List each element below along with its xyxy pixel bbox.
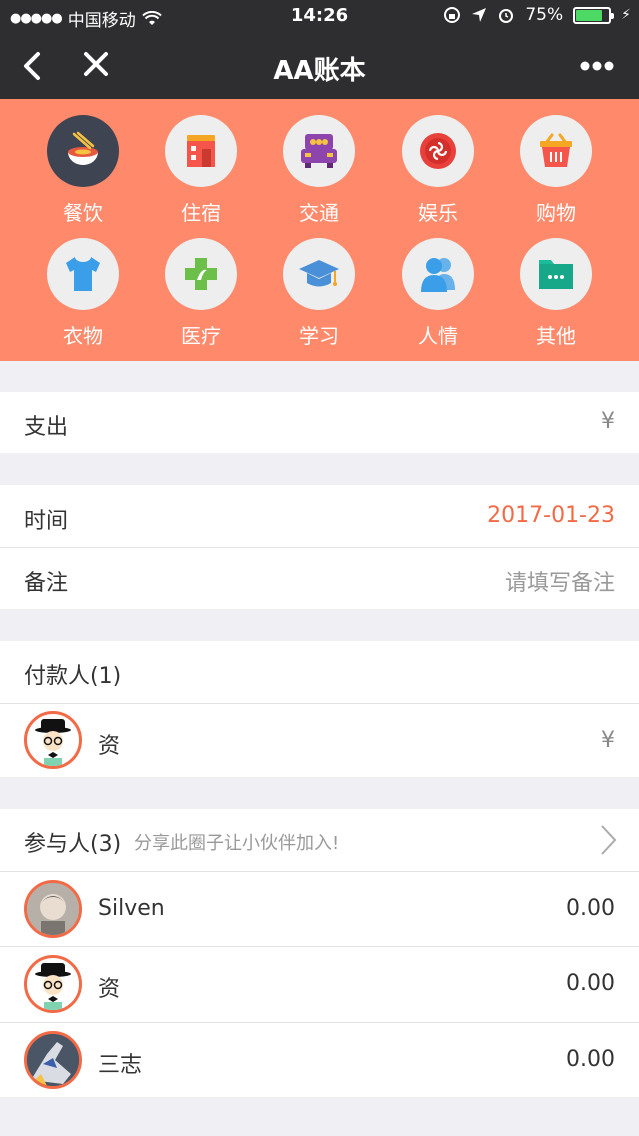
folder-icon [539, 260, 573, 289]
cartoon-gentleman-avatar [35, 963, 71, 1010]
shopping-basket-icon [540, 133, 572, 167]
photo-avatar [27, 883, 79, 935]
note-label: 备注 [24, 571, 69, 596]
alarm-icon [499, 9, 514, 23]
page-title: AA账本 [273, 56, 366, 86]
navigation-bar: AA账本 [0, 32, 639, 99]
note-field[interactable]: 请填写备注 [505, 565, 615, 597]
time-label: 时间 [24, 509, 69, 534]
participants-header-label: 参与人(3) [24, 832, 122, 857]
category-medical[interactable]: 医疗 [141, 238, 261, 358]
status-bar: ●●●●● 中国移动 14:26 75% ⚡ [0, 0, 639, 32]
participants-header[interactable]: 参与人(3) 分享此圈子让小伙伴加入! [0, 809, 639, 871]
mecha-avatar [27, 1034, 79, 1086]
category-clothing[interactable]: 衣物 [23, 238, 143, 358]
top-bar: ●●●●● 中国移动 14:26 75% ⚡ AA账本 [0, 0, 639, 99]
category-label: 住宿 [181, 201, 221, 225]
expense-currency: ¥ [601, 409, 615, 434]
category-study[interactable]: 学习 [259, 238, 379, 358]
category-label: 娱乐 [418, 201, 458, 225]
category-label: 购物 [536, 201, 576, 225]
payer-currency[interactable]: ¥ [601, 728, 615, 753]
share-hint: 分享此圈子让小伙伴加入! [134, 833, 340, 854]
participant-amount[interactable]: 0.00 [566, 1047, 615, 1072]
payer-name: 资 [98, 734, 121, 759]
category-label: 交通 [299, 201, 339, 225]
time-row[interactable]: 时间 2017-01-23 [0, 485, 639, 547]
chevron-right-icon[interactable] [599, 824, 617, 856]
category-grid: 餐饮 住宿 交通 娱乐 购物 衣物 医疗 学习 人情 其他 [0, 99, 639, 361]
category-social[interactable]: 人情 [378, 238, 498, 358]
payer-row[interactable]: 资 ¥ [0, 704, 639, 777]
category-label: 其他 [536, 324, 576, 348]
tshirt-icon [66, 257, 100, 291]
noodles-icon [68, 131, 98, 165]
category-transport[interactable]: 交通 [259, 115, 379, 235]
medical-cross-icon [185, 258, 217, 290]
battery-icon [573, 6, 615, 24]
location-icon [472, 8, 487, 22]
building-icon [187, 135, 215, 167]
rotation-lock-icon [444, 7, 461, 23]
category-lodging[interactable]: 住宿 [141, 115, 261, 235]
car-icon [301, 134, 337, 168]
category-label: 学习 [299, 324, 339, 348]
date-value[interactable]: 2017-01-23 [487, 503, 615, 528]
participant-name: 资 [98, 977, 121, 1002]
category-label: 餐饮 [63, 201, 103, 225]
graduation-cap-icon [299, 260, 339, 287]
participant-row[interactable]: 三志 0.00 [0, 1023, 639, 1097]
category-label: 医疗 [181, 324, 221, 348]
participant-amount[interactable]: 0.00 [566, 971, 615, 996]
entertainment-icon [420, 133, 456, 169]
category-other[interactable]: 其他 [496, 238, 616, 358]
category-shopping[interactable]: 购物 [496, 115, 616, 235]
expense-row[interactable]: 支出 ¥ [0, 392, 639, 453]
category-entertainment[interactable]: 娱乐 [378, 115, 498, 235]
charging-icon: ⚡ [621, 7, 631, 23]
payer-header: 付款人(1) [0, 641, 639, 703]
category-label: 衣物 [63, 324, 103, 348]
participant-name: 三志 [98, 1053, 143, 1078]
note-row[interactable]: 备注 请填写备注 [0, 548, 639, 609]
participant-amount[interactable]: 0.00 [566, 896, 615, 921]
avatar [24, 711, 82, 769]
people-icon [421, 258, 455, 292]
more-icon[interactable] [579, 60, 615, 72]
category-dining[interactable]: 餐饮 [23, 115, 143, 235]
expense-label: 支出 [24, 415, 69, 440]
participant-row[interactable]: 资 0.00 [0, 947, 639, 1022]
cartoon-gentleman-avatar [35, 719, 71, 766]
category-label: 人情 [418, 324, 458, 348]
battery-percent: 75% [525, 5, 564, 25]
avatar [24, 880, 82, 938]
payer-header-label: 付款人(1) [24, 664, 122, 689]
participant-name: Silven [98, 896, 165, 921]
avatar [24, 955, 82, 1013]
avatar [24, 1031, 82, 1089]
participant-row[interactable]: Silven 0.00 [0, 872, 639, 946]
